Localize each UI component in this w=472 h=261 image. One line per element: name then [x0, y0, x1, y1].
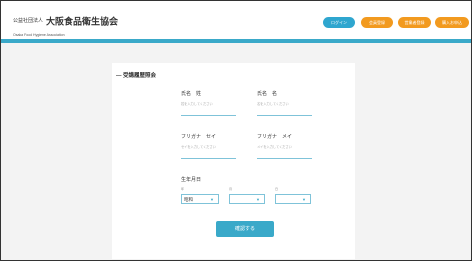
- birth-month-select[interactable]: ▼: [229, 194, 265, 204]
- business-register-button[interactable]: 営業者登録: [398, 17, 431, 28]
- site-logo[interactable]: 公益社団法人 大阪食品衛生協会 Osaka Food Hygiene Associ…: [13, 12, 118, 37]
- org-name: 大阪食品衛生協会: [46, 16, 119, 27]
- birth-day-select[interactable]: ▼: [275, 194, 311, 204]
- first-name-label: 氏名 名: [257, 91, 278, 97]
- chevron-down-icon: ▼: [210, 197, 214, 202]
- section-title: — 受講履歴照会: [116, 73, 157, 79]
- birth-day-label: 日: [275, 187, 279, 191]
- birth-month-label: 月: [229, 187, 233, 191]
- last-name-underline: [181, 115, 236, 116]
- birth-year-label: 年: [181, 187, 185, 191]
- last-name-label: 氏名 姓: [181, 91, 202, 97]
- chevron-down-icon: ▼: [302, 197, 306, 202]
- confirm-button[interactable]: 確認する: [216, 221, 274, 237]
- chevron-down-icon: ▼: [256, 197, 260, 202]
- site-header: 公益社団法人 大阪食品衛生協会 Osaka Food Hygiene Associ…: [1, 1, 471, 39]
- first-name-underline: [257, 115, 312, 116]
- purchase-button[interactable]: 購入お申込: [435, 17, 469, 28]
- last-name-kana-underline: [181, 158, 236, 159]
- first-name-kana-label: フリガナ メイ: [257, 134, 293, 140]
- login-button[interactable]: ログイン: [323, 17, 355, 28]
- first-name-kana-underline: [257, 158, 312, 159]
- org-name-en: Osaka Food Hygiene Association: [13, 33, 65, 37]
- header-accent-bar: [1, 39, 471, 43]
- dash-icon: —: [116, 73, 124, 79]
- last-name-kana-input[interactable]: セイを入力してください: [181, 144, 216, 149]
- first-name-kana-input[interactable]: メイを入力してください: [257, 144, 292, 149]
- member-register-button[interactable]: 会員登録: [361, 17, 393, 28]
- last-name-input[interactable]: 姓を入力してください: [181, 101, 213, 106]
- org-type: 公益社団法人: [13, 18, 44, 25]
- first-name-input[interactable]: 名を入力してください: [257, 101, 289, 106]
- birthdate-label: 生年月日: [181, 177, 202, 183]
- last-name-kana-label: フリガナ セイ: [181, 134, 217, 140]
- birth-year-select[interactable]: 昭和 ▼: [181, 194, 219, 204]
- birth-year-value: 昭和: [184, 197, 193, 202]
